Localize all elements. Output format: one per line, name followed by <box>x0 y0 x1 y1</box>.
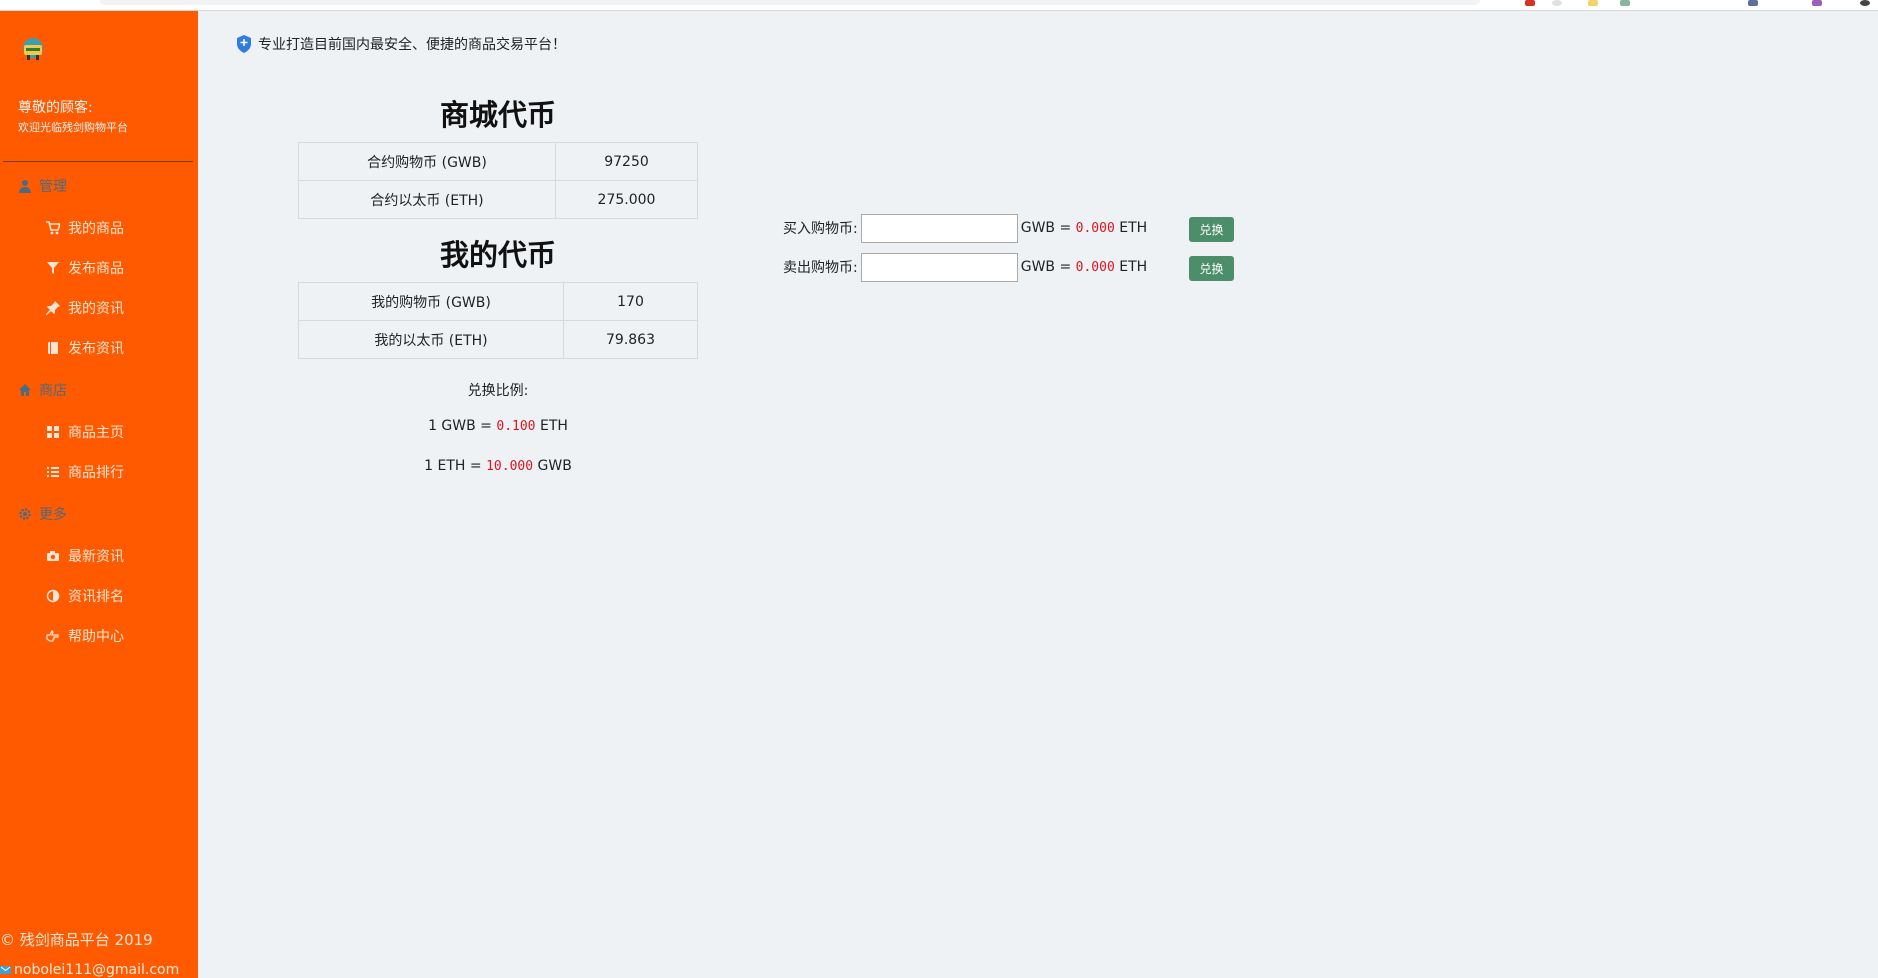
greeting-title: 尊敬的顾客: <box>18 100 93 116</box>
sell-label: 卖出购物币: <box>783 260 858 276</box>
sidebar-group-label: 管理 <box>39 179 67 195</box>
sell-amount-input[interactable] <box>860 252 1018 282</box>
greeting-subtitle: 欢迎光临残剑购物平台 <box>18 121 128 134</box>
mall-tokens-table: 合约购物币 (GWB) 97250 合约以太币 (ETH) 275.000 <box>298 142 698 219</box>
logo-icon <box>23 38 43 60</box>
my-tokens-title: 我的代币 <box>439 238 556 272</box>
sidebar-item-news-ranking[interactable]: 资讯排名 <box>46 586 124 606</box>
contrast-icon <box>46 589 60 603</box>
rate-value: 0.100 <box>496 419 536 434</box>
rate-prefix: 1 ETH = <box>424 458 482 474</box>
footer-email-text: nobolei111@gmail.com <box>14 962 180 978</box>
gear-icon <box>19 508 31 520</box>
table-cell-label: 我的购物币 (GWB) <box>298 282 564 321</box>
buy-eq-prefix: GWB = <box>1020 220 1072 236</box>
table-cell-label: 合约购物币 (GWB) <box>298 142 556 181</box>
mall-tokens-title: 商城代币 <box>439 98 556 132</box>
camera-icon <box>47 551 59 561</box>
extension-icon[interactable] <box>1525 0 1535 6</box>
cart-icon <box>46 221 60 235</box>
table-row: 合约以太币 (ETH) 275.000 <box>298 180 698 219</box>
sidebar-item-my-news[interactable]: 我的资讯 <box>46 298 124 318</box>
profile-avatar[interactable] <box>1860 0 1870 6</box>
footer-email[interactable]: nobolei111@gmail.com <box>0 962 179 978</box>
sidebar-group-more[interactable]: 更多 <box>18 504 67 524</box>
rate-prefix: 1 GWB = <box>428 418 492 434</box>
hand-point-icon <box>46 629 59 642</box>
pin-icon <box>46 301 60 315</box>
sell-row: 卖出购物币: GWB = 0.000 ETH <box>783 251 1147 283</box>
list-icon <box>47 467 59 477</box>
sidebar-item-help-center[interactable]: 帮助中心 <box>46 626 124 646</box>
sell-eq-prefix: GWB = <box>1020 259 1072 275</box>
extension-icon[interactable] <box>1812 0 1822 6</box>
sell-eth-amount: 0.000 <box>1075 259 1115 275</box>
sidebar-item-product-home[interactable]: 商品主页 <box>46 422 124 442</box>
extension-icon[interactable] <box>1620 0 1630 6</box>
sidebar-item-label: 发布资讯 <box>68 341 124 357</box>
sidebar-item-label: 帮助中心 <box>68 629 124 645</box>
address-bar[interactable] <box>100 0 1480 5</box>
home-icon <box>19 384 31 396</box>
sidebar-item-label: 最新资讯 <box>68 549 124 565</box>
sidebar-item-label: 发布商品 <box>68 261 124 277</box>
buy-eq-suffix: ETH <box>1119 220 1148 236</box>
sell-eq-suffix: ETH <box>1119 259 1148 275</box>
sidebar-group-label: 更多 <box>39 507 67 523</box>
sidebar-item-product-ranking[interactable]: 商品排行 <box>46 462 124 482</box>
extension-icon[interactable] <box>1552 0 1562 6</box>
sidebar-group-shop[interactable]: 商店 <box>18 380 67 400</box>
sidebar-item-my-products[interactable]: 我的商品 <box>46 218 124 238</box>
buy-label: 买入购物币: <box>783 221 858 237</box>
slogan-text: 专业打造目前国内最安全、便捷的商品交易平台！ <box>258 37 566 53</box>
extension-icon[interactable] <box>1748 0 1758 6</box>
table-cell-value: 97250 <box>555 142 698 181</box>
table-cell-label: 合约以太币 (ETH) <box>298 180 556 219</box>
table-row: 我的购物币 (GWB) 170 <box>298 282 698 321</box>
browser-toolbar-strip <box>0 0 1878 11</box>
table-cell-value: 275.000 <box>555 180 698 219</box>
table-cell-value: 170 <box>563 282 698 321</box>
table-row: 合约购物币 (GWB) 97250 <box>298 142 698 181</box>
buy-row: 买入购物币: GWB = 0.000 ETH <box>783 212 1147 244</box>
exchange-rate-label: 兑换比例: <box>467 383 529 399</box>
grid-icon <box>47 426 59 438</box>
extension-icon[interactable] <box>1588 0 1598 6</box>
filter-icon <box>47 262 59 274</box>
rate-value: 10.000 <box>486 459 534 474</box>
rate-suffix: ETH <box>539 418 568 434</box>
buy-exchange-button[interactable]: 兑换 <box>1189 217 1234 242</box>
exchange-rate-gwb: 1 GWB = 0.100 ETH <box>298 418 698 434</box>
user-icon <box>19 180 31 193</box>
rate-suffix: GWB <box>537 458 572 474</box>
sidebar-item-label: 资讯排名 <box>68 589 124 605</box>
buy-amount-input[interactable] <box>860 213 1018 243</box>
sell-exchange-button[interactable]: 兑换 <box>1189 256 1234 281</box>
book-icon <box>48 342 58 354</box>
sidebar-item-label: 我的商品 <box>68 221 124 237</box>
sidebar-item-publish-product[interactable]: 发布商品 <box>46 258 124 278</box>
sidebar-item-label: 商品主页 <box>68 425 124 441</box>
sidebar-item-publish-news[interactable]: 发布资讯 <box>46 338 124 358</box>
mail-icon <box>0 966 11 974</box>
sidebar-group-manage[interactable]: 管理 <box>18 176 67 196</box>
exchange-rate-eth: 1 ETH = 10.000 GWB <box>298 458 698 474</box>
footer-copyright: © 残剑商品平台 2019 <box>0 931 153 949</box>
sidebar-item-label: 商品排行 <box>68 465 124 481</box>
sidebar-item-latest-news[interactable]: 最新资讯 <box>46 546 124 566</box>
sidebar-divider <box>3 161 193 162</box>
table-cell-label: 我的以太币 (ETH) <box>298 320 564 359</box>
slogan: 专业打造目前国内最安全、便捷的商品交易平台！ <box>236 34 566 54</box>
sidebar-item-label: 我的资讯 <box>68 301 124 317</box>
table-cell-value: 79.863 <box>563 320 698 359</box>
shield-icon <box>237 35 251 53</box>
buy-eth-amount: 0.000 <box>1075 220 1115 236</box>
sidebar: 尊敬的顾客: 欢迎光临残剑购物平台 管理 我的商品 发布商品 我的资讯 发布资讯… <box>0 11 198 978</box>
table-row: 我的以太币 (ETH) 79.863 <box>298 320 698 359</box>
my-tokens-table: 我的购物币 (GWB) 170 我的以太币 (ETH) 79.863 <box>298 282 698 359</box>
sidebar-group-label: 商店 <box>39 383 67 399</box>
